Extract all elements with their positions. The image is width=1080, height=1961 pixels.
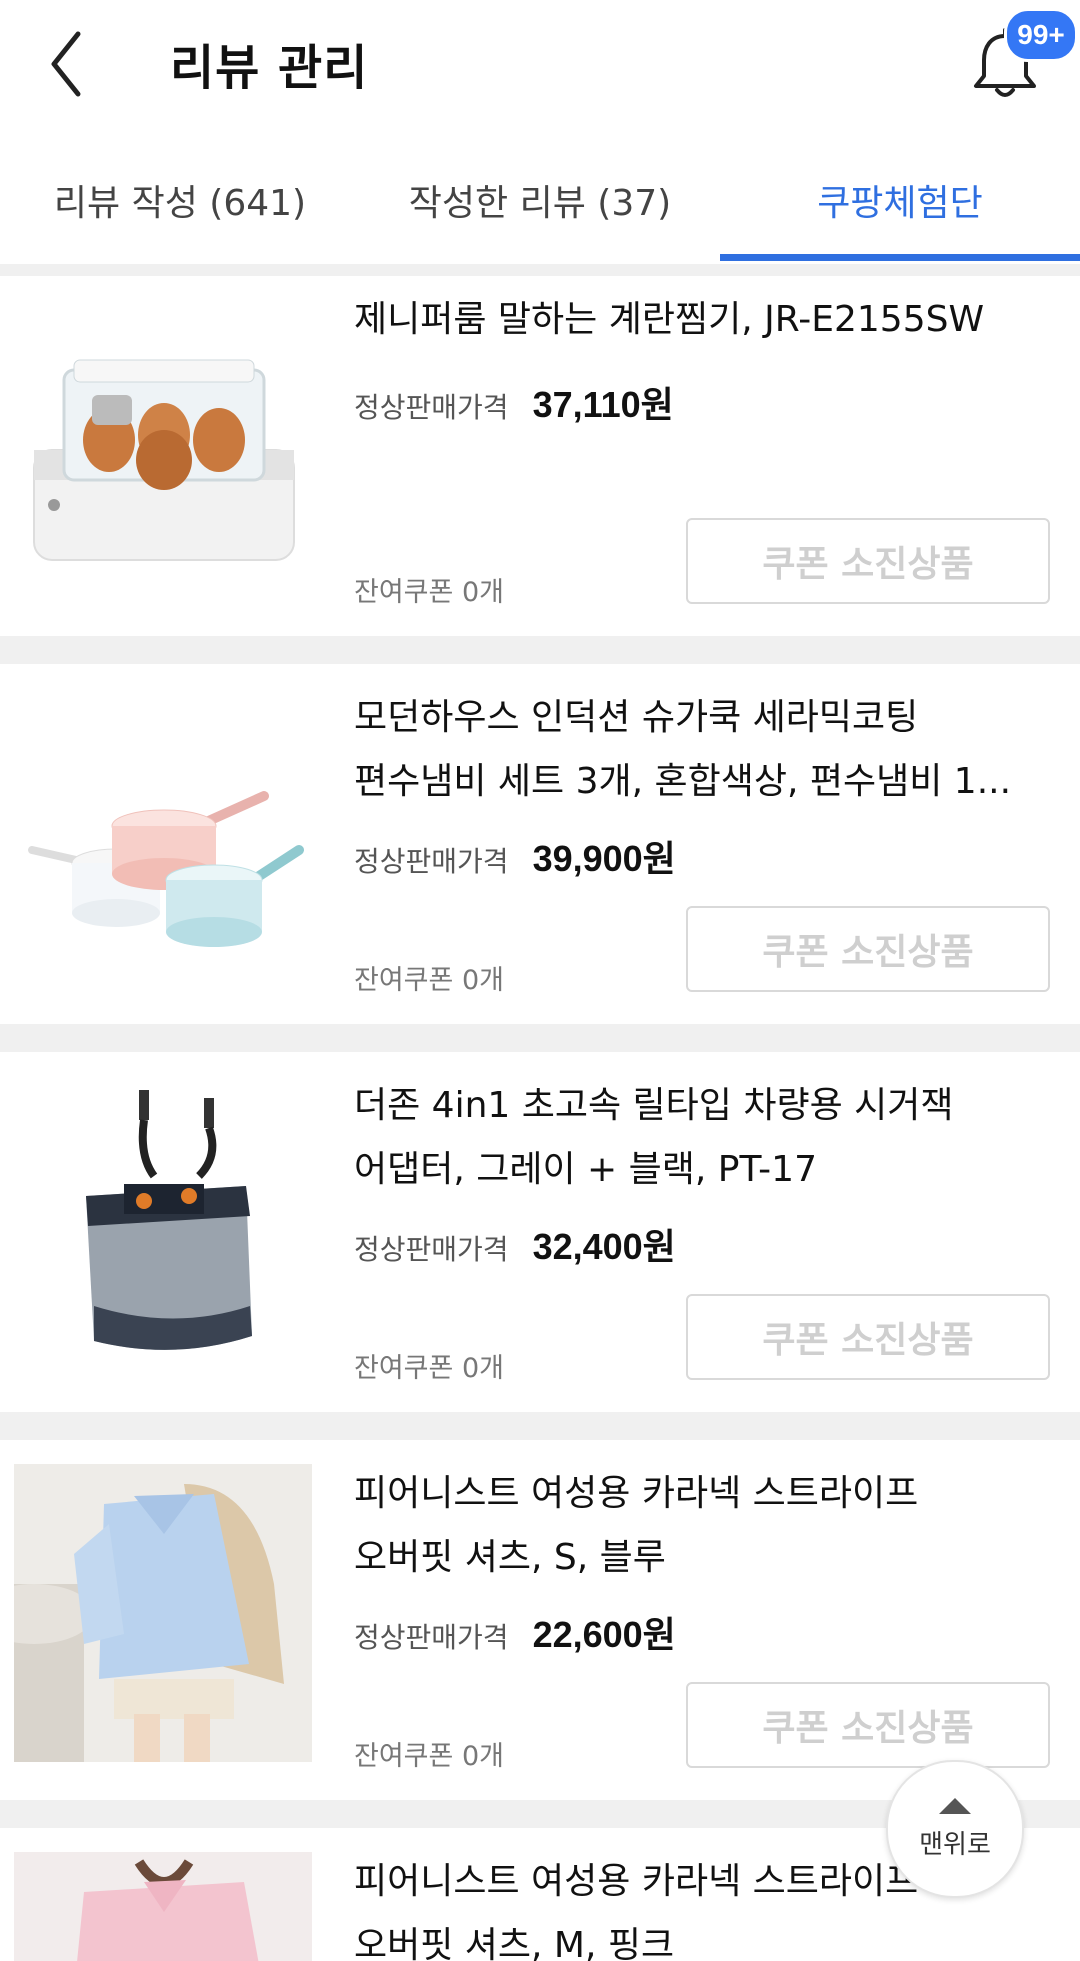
price-row: 정상판매가격 39,900원 [354, 830, 676, 882]
price-row: 정상판매가격 32,400원 [354, 1218, 676, 1270]
tab-label: 리뷰 작성 (641) [53, 183, 307, 224]
egg-cooker-image [33, 359, 295, 561]
back-button[interactable] [40, 26, 120, 106]
tab-label: 쿠팡체험단 [817, 183, 983, 224]
price-label: 정상판매가격 [354, 845, 509, 878]
product-image-pink-shirt[interactable] [14, 1852, 312, 1961]
price-value: 39,900원 [532, 838, 676, 879]
arrow-up-icon [939, 1797, 971, 1814]
price-value: 32,400원 [532, 1226, 676, 1267]
coupon-sold-out-button[interactable]: 쿠폰 소진상품 [686, 1682, 1050, 1768]
product-name[interactable]: 제니퍼룸 말하는 계란찜기, JR-E2155SW [354, 288, 1054, 352]
coupon-sold-out-button[interactable]: 쿠폰 소진상품 [686, 518, 1050, 604]
product-name-line2[interactable]: 오버핏 셔츠, S, 블루 [354, 1526, 1054, 1590]
chevron-left-icon [51, 31, 81, 97]
tab-written-reviews[interactable]: 작성한 리뷰 (37) [360, 150, 720, 260]
divider [0, 1024, 1080, 1052]
price-label: 정상판매가격 [354, 1621, 509, 1654]
product-image-egg-cooker[interactable] [14, 300, 312, 598]
product-card: 모던하우스 인덕션 슈가쿡 세라믹코팅 편수냄비 세트 3개, 혼합색상, 편수… [0, 664, 1080, 1022]
divider [0, 636, 1080, 664]
product-name[interactable]: 모던하우스 인덕션 슈가쿡 세라믹코팅 [354, 686, 1054, 750]
product-name[interactable]: 더존 4in1 초고속 릴타입 차량용 시거잭 [354, 1074, 1054, 1138]
app-header: 리뷰 관리 99+ [0, 0, 1080, 125]
divider [0, 1412, 1080, 1440]
notification-badge: 99+ [1004, 8, 1078, 62]
tab-coupang-experience[interactable]: 쿠팡체험단 [720, 150, 1080, 260]
product-card: 피어니스트 여성용 카라넥 스트라이프 오버핏 셔츠, S, 블루 정상판매가격… [0, 1440, 1080, 1798]
price-value: 37,110원 [532, 384, 674, 425]
remaining-coupon: 잔여쿠폰 0개 [354, 965, 504, 996]
scroll-to-top-label: 맨위로 [919, 1829, 991, 1860]
pink-shirt-image [14, 1852, 312, 1961]
scroll-to-top-button[interactable]: 맨위로 [886, 1760, 1024, 1898]
product-name[interactable]: 피어니스트 여성용 카라넥 스트라이프 [354, 1462, 1054, 1526]
product-image-blue-shirt[interactable] [14, 1464, 312, 1762]
price-row: 정상판매가격 37,110원 [354, 376, 674, 428]
product-card: 더존 4in1 초고속 릴타입 차량용 시거잭 어댑터, 그레이 + 블랙, P… [0, 1052, 1080, 1410]
remaining-coupon: 잔여쿠폰 0개 [354, 1741, 504, 1772]
blue-shirt-image [14, 1464, 312, 1762]
product-image-pot-set[interactable] [14, 688, 312, 986]
price-value: 22,600원 [532, 1614, 676, 1655]
tab-bar: 리뷰 작성 (641) 작성한 리뷰 (37) 쿠팡체험단 [0, 150, 1080, 260]
pot-set-image [28, 791, 304, 947]
car-charger-image [86, 1090, 252, 1350]
product-name-line2[interactable]: 어댑터, 그레이 + 블랙, PT-17 [354, 1138, 1054, 1202]
product-name-line2[interactable]: 오버핏 셔츠, M, 핑크 [354, 1914, 1054, 1961]
page-title: 리뷰 관리 [170, 40, 369, 96]
tab-label: 작성한 리뷰 (37) [408, 183, 672, 224]
remaining-coupon: 잔여쿠폰 0개 [354, 1353, 504, 1384]
coupon-sold-out-button[interactable]: 쿠폰 소진상품 [686, 906, 1050, 992]
tab-write-review[interactable]: 리뷰 작성 (641) [0, 150, 360, 260]
divider [0, 264, 1080, 276]
product-card: 제니퍼룸 말하는 계란찜기, JR-E2155SW 정상판매가격 37,110원… [0, 276, 1080, 634]
product-image-car-charger[interactable] [14, 1076, 312, 1374]
active-tab-indicator [720, 254, 1080, 261]
price-label: 정상판매가격 [354, 391, 509, 424]
price-label: 정상판매가격 [354, 1233, 509, 1266]
coupon-sold-out-button[interactable]: 쿠폰 소진상품 [686, 1294, 1050, 1380]
remaining-coupon: 잔여쿠폰 0개 [354, 577, 504, 608]
product-name-line2[interactable]: 편수냄비 세트 3개, 혼합색상, 편수냄비 1... [354, 750, 1054, 814]
price-row: 정상판매가격 22,600원 [354, 1606, 676, 1658]
